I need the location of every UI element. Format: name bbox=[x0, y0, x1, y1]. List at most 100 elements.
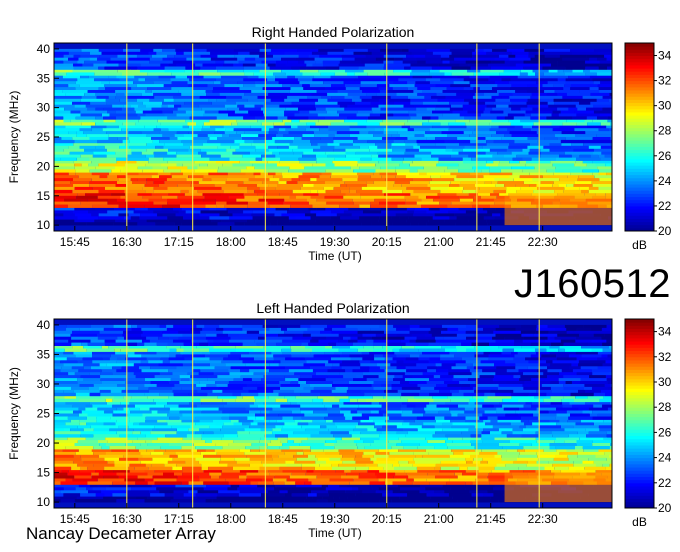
band-cell bbox=[597, 357, 611, 361]
band-cell bbox=[324, 443, 334, 447]
band-cell bbox=[191, 98, 209, 103]
band-cell bbox=[202, 192, 221, 197]
colorbar-swatch bbox=[625, 90, 654, 94]
band-cell bbox=[249, 113, 264, 117]
band-cell bbox=[80, 466, 88, 471]
band-cell bbox=[67, 472, 92, 476]
band-cell bbox=[544, 339, 561, 344]
band-cell bbox=[514, 348, 535, 352]
band-cell bbox=[506, 381, 525, 385]
band-cell bbox=[339, 372, 363, 376]
band-cell bbox=[346, 484, 372, 488]
band-cell bbox=[130, 216, 140, 220]
band-cell bbox=[477, 116, 497, 120]
band-cell bbox=[572, 369, 592, 373]
band-cell bbox=[111, 354, 128, 358]
band-cell bbox=[563, 395, 576, 400]
band-cell bbox=[376, 457, 395, 462]
band-cell bbox=[317, 395, 335, 400]
band-cell bbox=[429, 81, 454, 85]
band-cell bbox=[334, 134, 350, 138]
band-cell bbox=[524, 48, 545, 53]
band-cell bbox=[332, 327, 358, 332]
band-cell bbox=[435, 419, 450, 423]
band-cell bbox=[203, 175, 229, 179]
band-cell bbox=[167, 201, 195, 205]
band-cell bbox=[80, 201, 108, 205]
band-cell bbox=[499, 401, 526, 406]
band-cell bbox=[198, 181, 226, 185]
band-cell bbox=[359, 216, 380, 220]
band-cell bbox=[152, 166, 168, 170]
band-cell bbox=[440, 54, 450, 59]
band-cell bbox=[122, 122, 136, 126]
band-cell bbox=[357, 160, 379, 164]
band-cell bbox=[429, 128, 449, 132]
band-cell bbox=[311, 142, 318, 147]
band-cell bbox=[209, 119, 237, 123]
band-cell bbox=[589, 87, 599, 91]
band-cell bbox=[196, 404, 224, 408]
band-cell bbox=[161, 195, 178, 200]
band-cell bbox=[186, 57, 211, 61]
band-cell bbox=[181, 378, 190, 382]
band-cell bbox=[447, 134, 470, 138]
band-cell bbox=[224, 84, 244, 88]
band-cell bbox=[417, 87, 431, 91]
band-cell bbox=[539, 119, 567, 123]
band-cell bbox=[260, 172, 269, 176]
band-cell bbox=[531, 443, 550, 447]
band-cell bbox=[601, 336, 612, 341]
band-cell bbox=[543, 448, 556, 453]
band-cell bbox=[563, 384, 585, 388]
band-cell bbox=[224, 131, 237, 135]
band-cell bbox=[416, 107, 427, 111]
band-cell bbox=[325, 66, 340, 70]
band-cell bbox=[177, 195, 205, 200]
band-cell bbox=[87, 342, 105, 346]
band-cell bbox=[282, 469, 307, 473]
band-cell bbox=[204, 110, 219, 114]
band-cell bbox=[185, 460, 199, 465]
band-cell bbox=[526, 101, 548, 106]
band-cell bbox=[163, 145, 190, 150]
band-cell bbox=[151, 404, 165, 408]
band-cell bbox=[208, 172, 228, 176]
band-cell bbox=[312, 204, 340, 208]
band-cell bbox=[564, 72, 586, 76]
band-cell bbox=[54, 184, 73, 188]
band-cell bbox=[174, 472, 183, 476]
band-cell bbox=[415, 207, 429, 211]
band-cell bbox=[306, 360, 329, 364]
band-cell bbox=[135, 481, 148, 485]
band-cell bbox=[573, 148, 594, 153]
band-cell bbox=[412, 75, 433, 79]
band-cell bbox=[54, 207, 75, 211]
band-cell bbox=[456, 92, 475, 97]
band-cell bbox=[65, 222, 87, 226]
band-cell bbox=[523, 428, 539, 432]
band-cell bbox=[61, 490, 88, 494]
band-cell bbox=[250, 125, 274, 129]
band-cell bbox=[476, 472, 489, 476]
band-cell bbox=[598, 425, 612, 429]
band-cell bbox=[250, 207, 267, 211]
band-cell bbox=[445, 434, 471, 438]
band-cell bbox=[478, 201, 495, 205]
band-cell bbox=[93, 463, 115, 468]
band-cell bbox=[129, 407, 140, 411]
band-cell bbox=[556, 157, 576, 161]
band-cell bbox=[259, 330, 284, 335]
band-cell bbox=[125, 357, 147, 361]
band-cell bbox=[280, 384, 300, 388]
colorbar-swatch bbox=[625, 80, 654, 85]
band-cell bbox=[287, 95, 307, 100]
band-cell bbox=[138, 78, 146, 82]
band-cell bbox=[408, 460, 415, 465]
band-cell bbox=[495, 392, 511, 397]
band-cell bbox=[519, 160, 526, 164]
band-cell bbox=[474, 98, 496, 103]
band-cell bbox=[202, 434, 224, 438]
band-cell bbox=[412, 160, 439, 164]
band-cell bbox=[179, 416, 196, 420]
